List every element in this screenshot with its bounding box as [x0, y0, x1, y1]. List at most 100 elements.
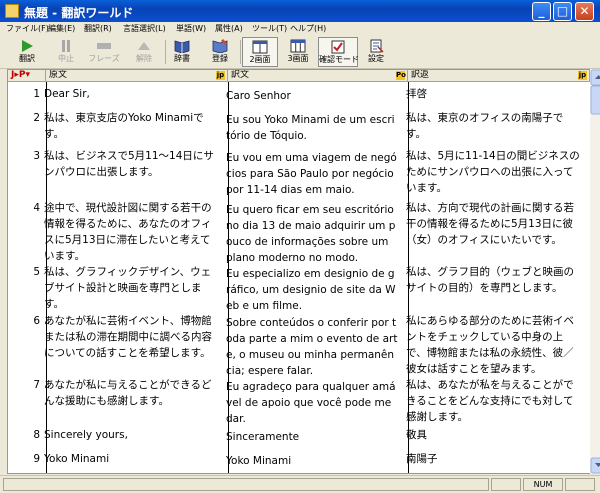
play-icon [22, 40, 33, 52]
target-cell[interactable]: Eu agradeço para qualquer amável de apoi… [226, 379, 398, 427]
language-pair-label: J▸P▾ [11, 70, 30, 80]
three-pane-label: 3画面 [287, 54, 309, 63]
row-number: 5 [33, 266, 40, 278]
settings-icon [370, 39, 384, 53]
translation-grid[interactable]: J▸P▾ 原文 jp 訳文 Po 訳返 jp 1 Dear Sir, Caro … [7, 69, 591, 474]
toolbar: 翻訳 中止 フレーズ 解除 辞書 登録 2画面 3画面 確認モード 設定 [0, 36, 600, 69]
three-pane-icon [290, 39, 306, 53]
source-cell[interactable]: 途中で、現代設計図に関する若干の情報を得るために、あなたのオフィスに5月13日に… [44, 200, 219, 264]
menu-edit[interactable]: 編集(E) [48, 22, 75, 36]
target-cell[interactable]: Eu vou em uma viagem de negócios para Sã… [226, 150, 398, 198]
target-header-label: 訳文 [231, 70, 250, 80]
maximize-button[interactable]: □ [553, 2, 572, 21]
portuguese-lang-icon: Po [396, 71, 406, 80]
menu-language[interactable]: 言語選択(L) [123, 22, 166, 36]
status-bar: NUM [0, 475, 600, 493]
target-column-header[interactable]: 訳文 Po [228, 70, 408, 82]
phrase-label: フレーズ [88, 54, 120, 63]
register-book-icon [212, 39, 228, 53]
register-button[interactable]: 登録 [202, 37, 238, 67]
source-cell[interactable]: あなたが私に与えることができるどんな援助にも感謝します。 [44, 377, 219, 409]
menu-translate[interactable]: 翻訳(R) [84, 22, 112, 36]
dictionary-label: 辞書 [174, 54, 190, 63]
back-translation-cell[interactable]: 私は、あなたが私を与えることができることをどんな支持にでも対して感謝します。 [406, 377, 582, 425]
pause-icon [62, 40, 70, 52]
source-cell[interactable]: あなたが私に芸術イベント、博物館または私の滞在期間中に調べる内容についての話すこ… [44, 313, 219, 361]
settings-button[interactable]: 設定 [358, 37, 394, 67]
row-number: 3 [33, 150, 40, 162]
num-lock-indicator: NUM [523, 478, 563, 491]
target-cell[interactable]: Eu sou Yoko Minami de um escritório de T… [226, 112, 398, 144]
language-pair-header[interactable]: J▸P▾ [8, 70, 46, 82]
row-number: 4 [33, 202, 40, 214]
phrase-icon [97, 43, 111, 49]
register-label: 登録 [212, 54, 228, 63]
two-pane-button[interactable]: 2画面 [242, 37, 278, 67]
target-cell[interactable]: Yoko Minami [226, 453, 398, 469]
settings-label: 設定 [368, 54, 384, 63]
title-bar: 無題 - 翻訳ワールド _ □ ✕ [0, 0, 600, 22]
toolbar-separator [240, 40, 241, 64]
translate-button[interactable]: 翻訳 [9, 37, 45, 67]
source-cell[interactable]: Sincerely yours, [44, 427, 219, 443]
release-button[interactable]: 解除 [126, 37, 162, 67]
japanese-lang-icon: jp [216, 71, 225, 80]
minimize-button[interactable]: _ [532, 2, 551, 21]
source-column-header[interactable]: 原文 jp [46, 70, 228, 82]
japanese-lang-icon: jp [578, 71, 587, 80]
source-cell[interactable]: 私は、グラフィックデザイン、ウェブサイト設計と映画を専門とします。 [44, 264, 219, 312]
book-icon [174, 40, 190, 53]
source-cell[interactable]: 私は、東京支店のYoko Minamiです。 [44, 110, 219, 142]
back-translation-cell[interactable]: 私は、グラフ目的（ウェブと映画のサイトの目的）を専門とします。 [406, 264, 582, 296]
row-number: 1 [33, 88, 40, 100]
close-button[interactable]: ✕ [575, 2, 594, 21]
back-header-label: 訳返 [411, 70, 430, 80]
back-translation-cell[interactable]: 私は、東京のオフィスの南陽子です。 [406, 110, 582, 142]
status-message-panel [3, 478, 489, 491]
row-number: 6 [33, 315, 40, 327]
release-icon [138, 42, 150, 50]
app-icon[interactable] [5, 4, 19, 18]
source-cell[interactable]: Yoko Minami [44, 451, 219, 467]
target-cell[interactable]: Caro Senhor [226, 88, 398, 104]
back-translation-column-header[interactable]: 訳返 jp [408, 70, 590, 82]
back-translation-cell[interactable]: 敬具 [406, 427, 582, 443]
back-translation-cell[interactable]: 私は、方向で現代の計画に関する若干の情報を得るために5月13日に彼（女）のオフィ… [406, 200, 582, 248]
three-pane-button[interactable]: 3画面 [280, 37, 316, 67]
menu-tools[interactable]: ツール(T) [252, 22, 287, 36]
status-panel [565, 478, 595, 491]
dictionary-button[interactable]: 辞書 [164, 37, 200, 67]
back-translation-cell[interactable]: 私にあらゆる部分のために芸術イベントをチェックしている中身の上で、博物館または私… [406, 313, 582, 377]
back-translation-cell[interactable]: 南陽子 [406, 451, 582, 467]
vertical-scrollbar[interactable] [590, 69, 600, 474]
menu-file[interactable]: ファイル(F) [6, 22, 49, 36]
target-cell[interactable]: Sobre conteúdos o conferir por toda part… [226, 315, 398, 379]
source-cell[interactable]: 私は、ビジネスで5月11～14日にサンパウロに出張します。 [44, 148, 219, 180]
target-cell[interactable]: Eu quero ficar em seu escritório no dia … [226, 202, 398, 266]
confirm-mode-button[interactable]: 確認モード [318, 37, 359, 67]
stop-button[interactable]: 中止 [48, 37, 84, 67]
stop-label: 中止 [58, 54, 74, 63]
source-cell[interactable]: Dear Sir, [44, 86, 219, 102]
menu-help[interactable]: ヘルプ(H) [290, 22, 326, 36]
back-translation-cell[interactable]: 拝啓 [406, 86, 582, 102]
row-number: 8 [33, 429, 40, 441]
source-header-label: 原文 [49, 70, 68, 80]
row-number: 9 [33, 453, 40, 465]
translate-label: 翻訳 [19, 54, 35, 63]
release-label: 解除 [136, 54, 152, 63]
row-number: 2 [33, 112, 40, 124]
scrollbar-graphic [590, 69, 600, 474]
row-number: 7 [33, 379, 40, 391]
status-panel [491, 478, 521, 491]
target-cell[interactable]: Sinceramente [226, 429, 398, 445]
confirm-mode-label: 確認モード [319, 55, 359, 64]
target-cell[interactable]: Eu especializo em designio de gráfico, u… [226, 266, 398, 314]
back-translation-cell[interactable]: 私は、5月に11-14日の間ビジネスのためにサンパウロへの出張に入っています。 [406, 148, 582, 196]
menu-bar: ファイル(F) 編集(E) 翻訳(R) 言語選択(L) 単語(W) 属性(A) … [0, 22, 600, 36]
two-pane-label: 2画面 [249, 55, 271, 64]
checkbox-icon [331, 40, 345, 54]
menu-word[interactable]: 単語(W) [176, 22, 206, 36]
phrase-button[interactable]: フレーズ [86, 37, 122, 67]
menu-attribute[interactable]: 属性(A) [215, 22, 243, 36]
